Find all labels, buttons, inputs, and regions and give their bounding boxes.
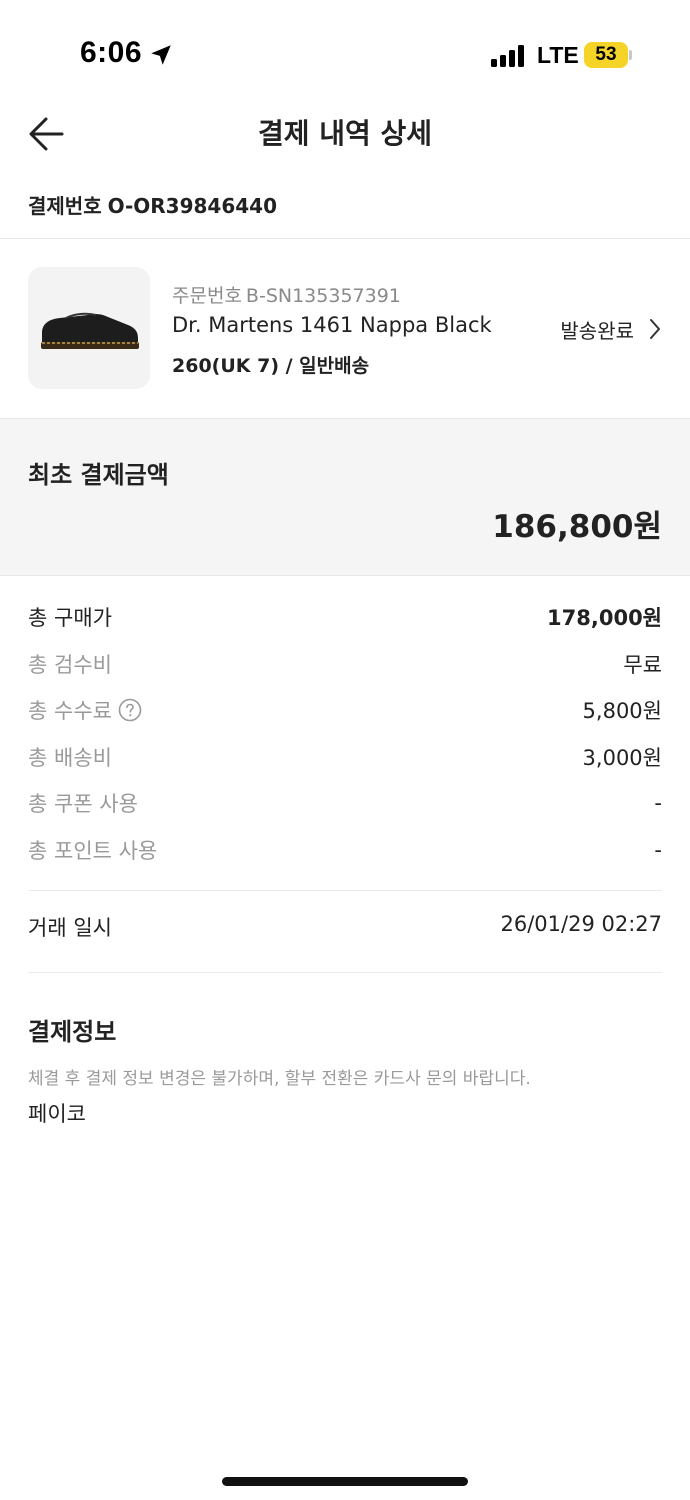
- initial-payment-label: 최초 결제금액: [28, 461, 169, 489]
- signal-icon: [491, 45, 524, 67]
- product-name: Dr. Martens 1461 Nappa Black: [172, 313, 492, 337]
- order-number-label: 주문번호: [172, 285, 242, 307]
- product-image: [28, 267, 150, 389]
- breakdown-row-coupon: 총 쿠폰 사용 -: [28, 780, 662, 827]
- breakdown-value: 178,000원: [547, 606, 662, 631]
- status-time: 6:06: [80, 36, 143, 69]
- battery-cap: [629, 50, 632, 60]
- order-number: 주문번호 B-SN135357391: [172, 281, 405, 308]
- initial-payment-amount: 186,800원: [492, 509, 662, 545]
- breakdown-label: 총 검수비: [28, 652, 112, 677]
- breakdown-label: 총 구매가: [28, 606, 112, 631]
- chevron-right-icon[interactable]: [648, 317, 662, 341]
- payment-number: 결제번호 O-OR39846440: [28, 190, 283, 219]
- breakdown-value: 5,800원: [582, 699, 662, 724]
- home-indicator[interactable]: [222, 1477, 468, 1486]
- network-label: LTE: [537, 42, 579, 68]
- breakdown-value: 무료: [623, 652, 662, 677]
- status-bar: 6:06 LTE 53: [0, 0, 690, 100]
- payment-info-notice: 체결 후 결제 정보 변경은 불가하며, 할부 전환은 카드사 문의 바랍니다.: [28, 1069, 531, 1089]
- breakdown-row-inspection: 총 검수비 무료: [28, 641, 662, 688]
- trade-datetime-value: 26/01/29 02:27: [500, 912, 662, 936]
- location-arrow-icon: [151, 45, 171, 65]
- breakdown-label: 총 배송비: [28, 745, 112, 770]
- shipping-status[interactable]: 발송완료: [560, 315, 634, 344]
- breakdown-row-points: 총 포인트 사용 -: [28, 827, 662, 874]
- breakdown-label: 총 쿠폰 사용: [28, 792, 138, 817]
- breakdown-label-wrap: 총 수수료: [28, 695, 142, 725]
- product-row[interactable]: 주문번호 B-SN135357391 Dr. Martens 1461 Nappa…: [0, 239, 690, 417]
- shoe-image: [41, 312, 139, 349]
- payment-info-title: 결제정보: [28, 1018, 117, 1046]
- battery-icon: 53: [584, 42, 628, 68]
- trade-datetime-label: 거래 일시: [28, 916, 112, 940]
- breakdown-row-shipping: 총 배송비 3,000원: [28, 734, 662, 781]
- product-option: 260(UK 7) / 일반배송: [172, 355, 370, 377]
- trade-datetime-row: 거래 일시 26/01/29 02:27: [28, 912, 662, 942]
- breakdown-row-fee: 총 수수료 5,800원: [28, 687, 662, 734]
- breakdown-value: -: [654, 837, 662, 862]
- divider: [28, 890, 662, 891]
- breakdown-label: 총 포인트 사용: [28, 838, 158, 863]
- order-number-value: B-SN135357391: [245, 285, 401, 307]
- breakdown-row-purchase: 총 구매가 178,000원: [28, 594, 662, 641]
- breakdown-label: 총 수수료: [28, 699, 112, 724]
- payment-method: 페이코: [28, 1102, 86, 1126]
- initial-payment-box: 최초 결제금액 186,800원: [0, 418, 690, 576]
- battery-level: 53: [595, 44, 617, 65]
- payment-number-value: O-OR39846440: [107, 194, 278, 218]
- breakdown-value: -: [654, 791, 662, 816]
- divider: [28, 972, 662, 973]
- payment-number-label: 결제번호: [28, 194, 102, 218]
- question-circle-icon[interactable]: [118, 698, 142, 722]
- page-title: 결제 내역 상세: [257, 117, 433, 150]
- breakdown-value: 3,000원: [582, 745, 662, 770]
- payment-breakdown: 총 구매가 178,000원 총 검수비 무료 총 수수료 5,800원 총 배…: [28, 594, 662, 873]
